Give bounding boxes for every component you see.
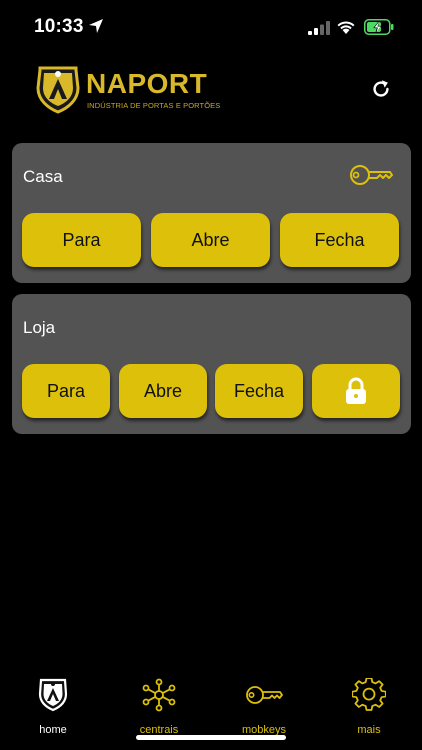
tab-label: home	[39, 724, 67, 736]
key-icon	[246, 686, 283, 704]
stop-button[interactable]: Para	[22, 213, 141, 267]
wifi-icon	[337, 21, 355, 34]
close-button[interactable]: Fecha	[280, 213, 399, 267]
tab-mobkeys[interactable]: mobkeys	[219, 678, 309, 736]
tab-mais[interactable]: mais	[324, 678, 414, 736]
device-card-loja: Loja Para Abre Fecha	[12, 294, 411, 434]
home-indicator	[136, 735, 286, 740]
open-button[interactable]: Abre	[119, 364, 207, 418]
lock-icon	[346, 377, 366, 404]
cellular-signal-icon	[308, 21, 330, 35]
location-arrow-icon	[89, 19, 103, 33]
tab-home[interactable]: home	[8, 678, 98, 736]
naport-logo: NAPORT INDÚSTRIA DE PORTAS E PORTÕES	[34, 64, 220, 116]
refresh-icon[interactable]	[370, 78, 392, 100]
naport-shield-logo-icon	[36, 66, 80, 114]
tab-centrais[interactable]: centrais	[114, 678, 204, 736]
device-card-casa: Casa Para Abre Fecha	[12, 143, 411, 283]
lock-button[interactable]	[312, 364, 400, 418]
network-icon	[142, 678, 176, 712]
gear-icon	[352, 678, 386, 711]
device-name: Loja	[23, 318, 56, 337]
brand-tagline: INDÚSTRIA DE PORTAS E PORTÕES	[87, 101, 221, 110]
battery-charging-icon	[364, 19, 394, 35]
key-icon[interactable]	[349, 163, 393, 187]
close-button[interactable]: Fecha	[215, 364, 303, 418]
stop-button[interactable]: Para	[22, 364, 110, 418]
device-name: Casa	[23, 167, 63, 186]
brand-name: NAPORT	[86, 68, 208, 99]
status-bar: 10:33	[0, 0, 422, 52]
tab-label: mais	[357, 724, 381, 736]
home-shield-icon	[38, 678, 68, 712]
open-button[interactable]: Abre	[151, 213, 270, 267]
status-time: 10:33	[34, 16, 84, 37]
